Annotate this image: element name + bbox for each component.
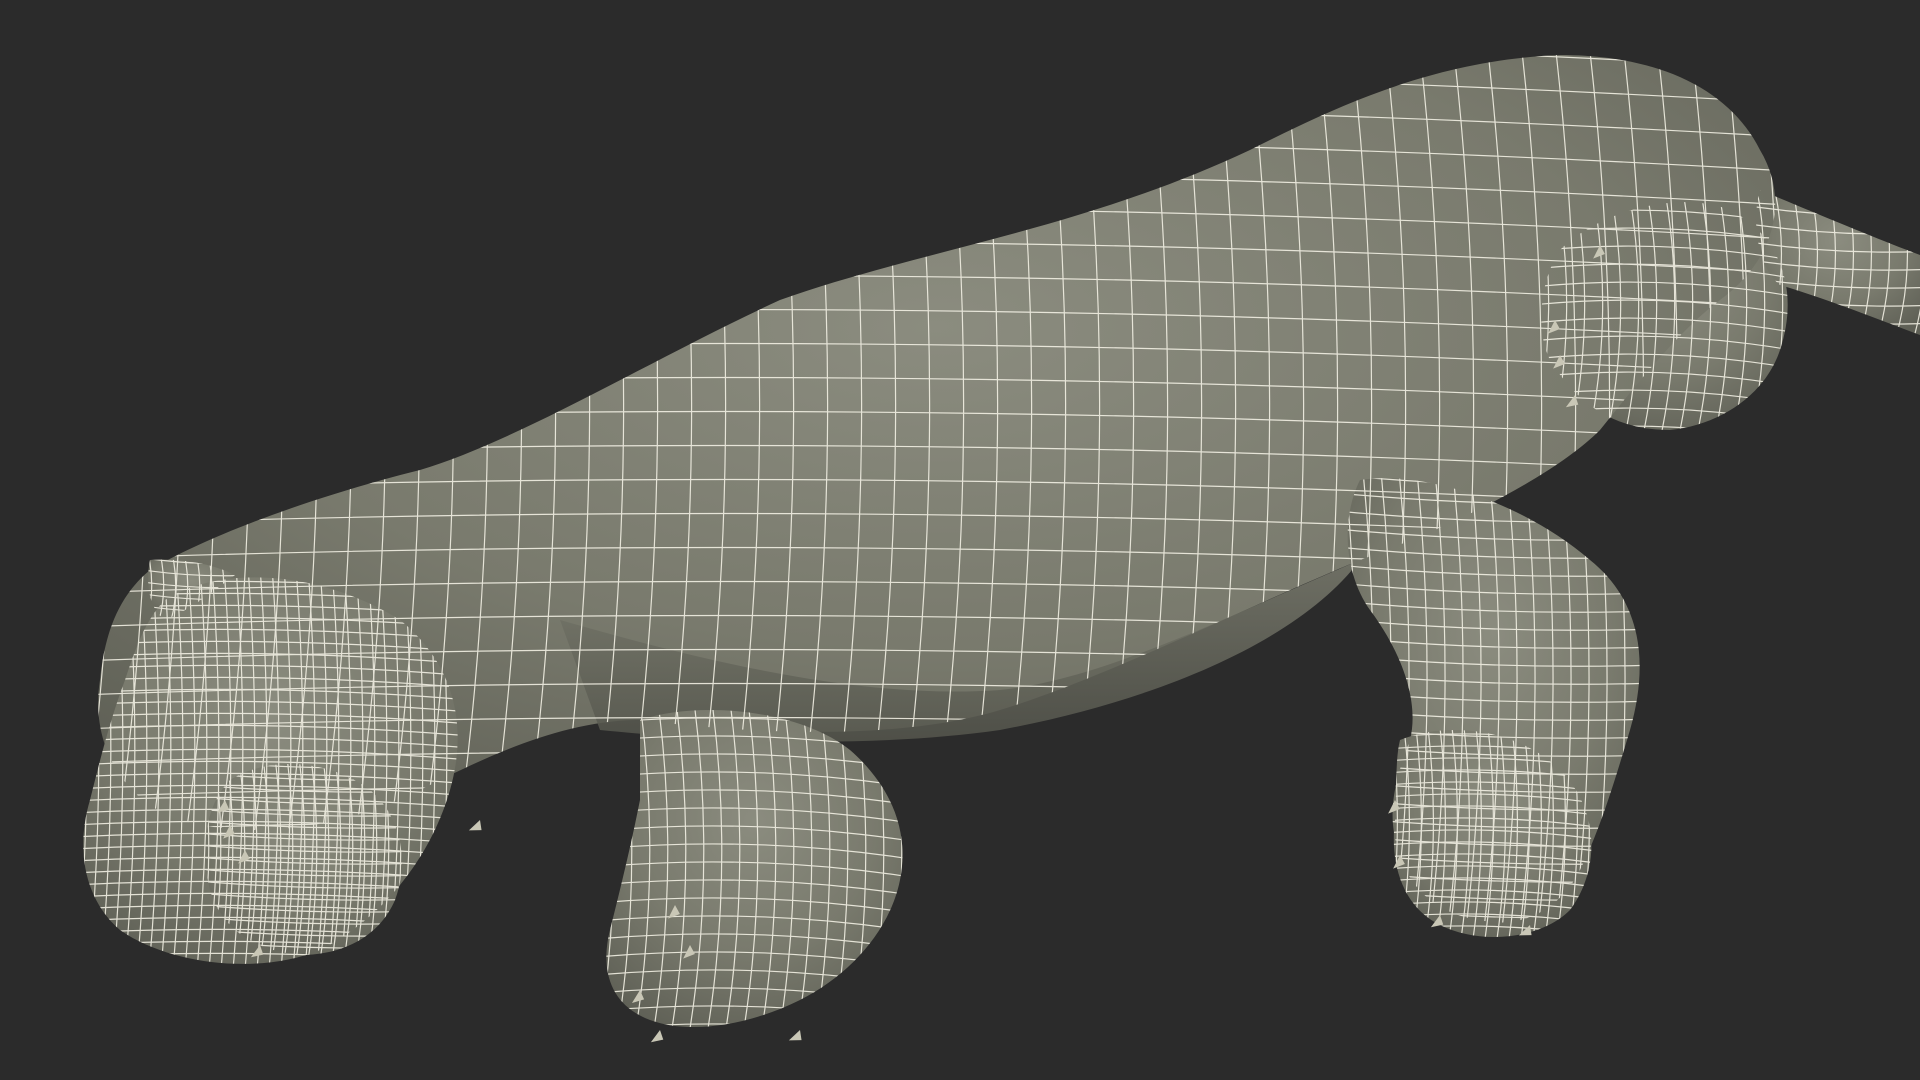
wire-line [586,1060,922,1077]
wire-line [606,1023,903,1028]
wire-line [921,690,938,1047]
wire-line [1374,950,1612,961]
wire-line [48,35,80,850]
wire-line [561,690,578,1047]
wire-line [902,710,903,1028]
wire-line [1328,960,1660,972]
wire-line [63,965,477,976]
wire-line [185,988,422,996]
wire-line [87,577,100,964]
wire-line [1782,35,1814,850]
claw [650,1030,664,1043]
wireframe-model-canvas [40,4,1920,1077]
wire-line [63,989,477,1000]
wire-line [128,520,255,528]
wire-line [185,976,422,984]
claw [788,1030,802,1041]
wire-line [63,977,477,988]
wire-line [606,710,615,1028]
wire-line [40,557,51,983]
wire-line [1362,710,1373,957]
wire-line [1521,462,1807,479]
wire-line [1374,938,1612,949]
wire-line [185,964,422,972]
wire-line [1374,962,1612,973]
wire-line [1662,458,1679,942]
wire-line [1374,710,1385,957]
hind-leg-front [1347,478,1640,937]
wire-line [1644,458,1661,942]
3d-viewport[interactable] [0,0,1920,1080]
wire-line [579,690,596,1047]
wire-line [64,557,75,983]
wire-line [1350,710,1361,957]
wire-line [1626,710,1637,957]
wire-line [83,577,88,964]
wire-line [586,1042,922,1059]
wire-line [52,557,63,983]
wire-line [78,4,1795,36]
claw [468,820,482,831]
wire-line [1328,942,1660,954]
